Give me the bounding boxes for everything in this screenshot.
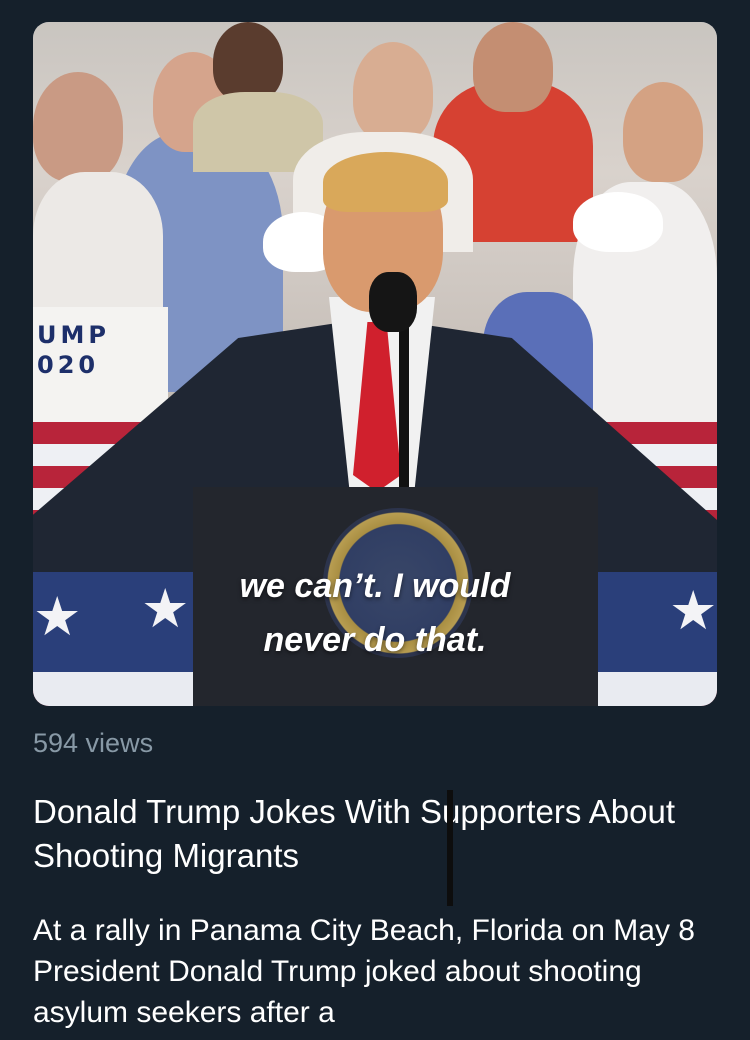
- campaign-sign-text: UMP 020: [37, 320, 110, 380]
- card-description: At a rally in Panama City Beach, Florida…: [33, 914, 695, 1029]
- text-cursor: [447, 790, 453, 906]
- card-title[interactable]: Donald Trump Jokes With Supporters About…: [33, 790, 723, 878]
- crowd-person: [213, 22, 283, 102]
- sign-text-line-1: UMP: [37, 321, 110, 349]
- crowd-person: [33, 72, 123, 182]
- speaker-hair: [323, 152, 448, 212]
- subtitle-line-2: never do that.: [263, 621, 487, 659]
- video-frame: UMP 020 ★ ★ ★ we can’t. I would never do…: [33, 22, 717, 706]
- crowd-person: [353, 42, 433, 142]
- crowd-person: [473, 22, 553, 112]
- sign-text-line-2: 020: [37, 351, 100, 379]
- microphone-icon: [369, 272, 417, 332]
- usa-cap: [573, 192, 663, 252]
- microphone-stand: [399, 312, 409, 512]
- crowd-person: [623, 82, 703, 182]
- video-player[interactable]: UMP 020 ★ ★ ★ we can’t. I would never do…: [33, 22, 717, 706]
- view-count: 594 views: [33, 728, 154, 758]
- subtitle-line-1: we can’t. I would: [239, 567, 511, 605]
- tweet-media-card: UMP 020 ★ ★ ★ we can’t. I would never do…: [0, 0, 750, 1040]
